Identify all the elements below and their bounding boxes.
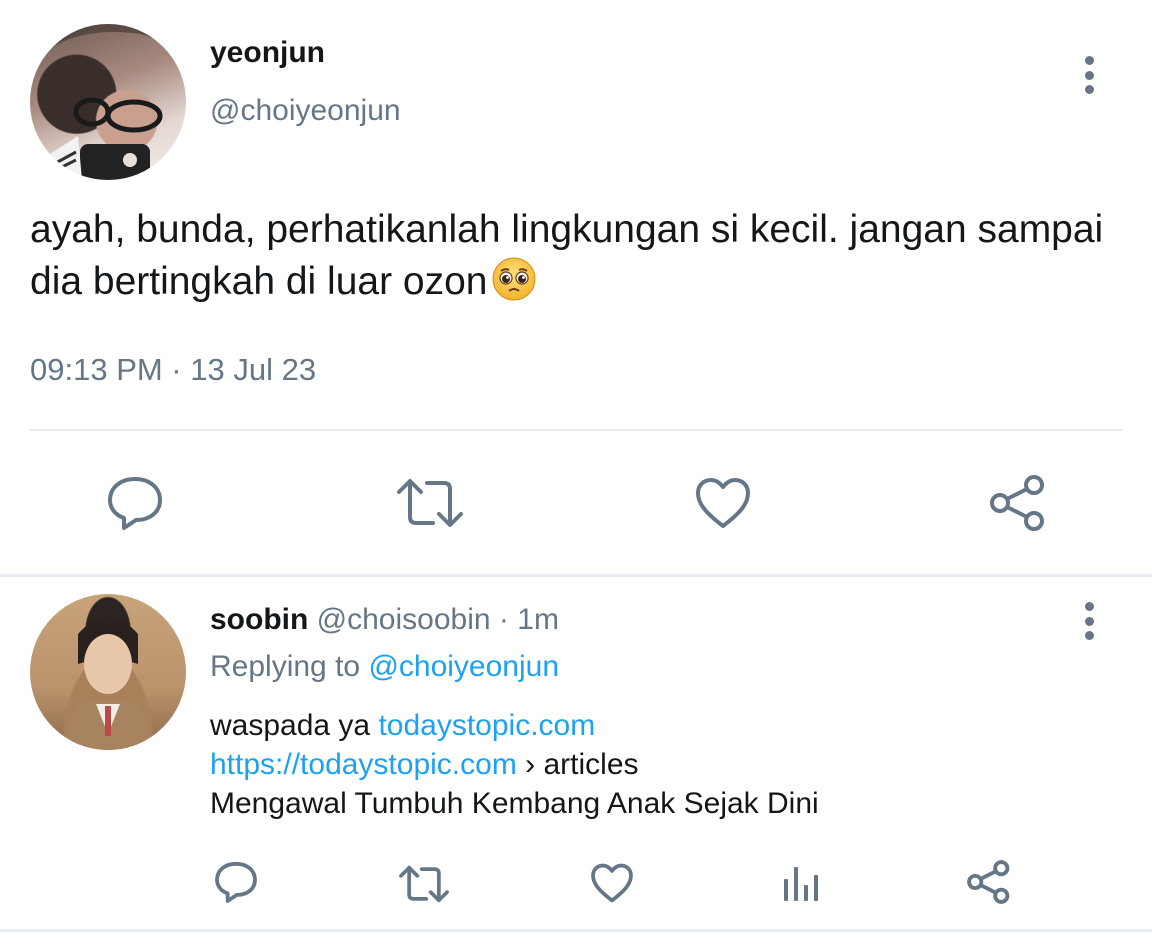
reply-tweet-body: waspada ya todaystopic.com https://today… bbox=[210, 706, 819, 823]
replying-to-label: Replying to bbox=[210, 650, 361, 683]
reply-line-3: Mengawal Tumbuh Kembang Anak Sejak Dini bbox=[210, 787, 819, 820]
reply-reply-icon[interactable] bbox=[214, 860, 258, 904]
main-display-name[interactable]: yeonjun bbox=[210, 36, 325, 70]
reply-handle[interactable]: @choisoobin bbox=[317, 603, 491, 636]
reply-like-icon[interactable] bbox=[590, 862, 634, 904]
reply-retweet-icon[interactable] bbox=[398, 864, 450, 904]
bottom-separator bbox=[0, 929, 1152, 932]
tweet-separator bbox=[0, 574, 1152, 577]
main-more-menu-icon[interactable] bbox=[1079, 56, 1099, 94]
retweet-icon[interactable] bbox=[395, 477, 465, 529]
replying-to-handle-link[interactable]: @choiyeonjun bbox=[368, 650, 559, 683]
reply-header: soobin @choisoobin · 1m bbox=[210, 603, 559, 637]
reply-icon[interactable] bbox=[106, 475, 164, 531]
reply-separator: · bbox=[498, 603, 509, 636]
reply-time: 1m bbox=[517, 603, 559, 636]
like-icon[interactable] bbox=[694, 476, 752, 530]
main-avatar[interactable] bbox=[30, 24, 186, 180]
pleading-face-emoji-icon bbox=[492, 257, 536, 301]
reply-line-1: waspada ya todaystopic.com bbox=[210, 706, 819, 745]
reply-share-icon[interactable] bbox=[966, 859, 1012, 905]
url-path-text: › articles bbox=[525, 748, 639, 781]
tweet-thread: yeonjun @choiyeonjun ayah, bunda, perhat… bbox=[0, 0, 1152, 933]
reply-line-2: https://todaystopic.com › articles bbox=[210, 745, 819, 784]
main-handle[interactable]: @choiyeonjun bbox=[210, 94, 401, 128]
divider bbox=[30, 429, 1122, 431]
main-tweet-body: ayah, bunda, perhatikanlah lingkungan si… bbox=[30, 208, 1104, 303]
replying-to: Replying to @choiyeonjun bbox=[210, 650, 559, 684]
main-tweet-text: ayah, bunda, perhatikanlah lingkungan si… bbox=[30, 204, 1120, 308]
reply-display-name[interactable]: soobin bbox=[210, 603, 308, 636]
url-link[interactable]: https://todaystopic.com bbox=[210, 748, 517, 781]
domain-link[interactable]: todaystopic.com bbox=[378, 709, 595, 742]
reply-text: waspada ya bbox=[210, 709, 371, 742]
main-timestamp: 09:13 PM · 13 Jul 23 bbox=[30, 352, 317, 387]
reply-avatar[interactable] bbox=[30, 594, 186, 750]
reply-more-menu-icon[interactable] bbox=[1079, 602, 1099, 640]
share-icon[interactable] bbox=[988, 474, 1048, 532]
analytics-icon[interactable] bbox=[782, 861, 822, 903]
